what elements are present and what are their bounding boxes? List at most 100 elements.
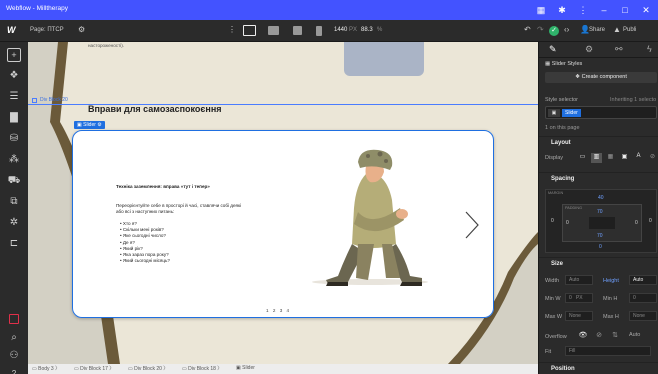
desktop-breakpoint-icon[interactable] — [243, 25, 256, 36]
more-icon[interactable]: ⋮ — [228, 25, 236, 34]
redo-icon[interactable]: ↷ — [537, 25, 544, 34]
canvas-width: 1440 — [334, 27, 348, 33]
selector-tag[interactable]: Slider — [562, 109, 581, 117]
settings-icon[interactable]: ⚙ — [78, 25, 85, 34]
content-box — [589, 217, 615, 229]
slider-selection-tag[interactable]: ▣ Slider ⚙ — [74, 121, 105, 129]
padding-bottom-value[interactable]: 70 — [597, 233, 603, 239]
crumb-div-block-18[interactable]: ▭ Div Block 18 〉 — [182, 365, 222, 372]
display-grid-icon[interactable]: ▦ — [605, 153, 616, 163]
height-label: Height — [603, 278, 619, 284]
overflow-hidden-icon[interactable]: ⊘ — [593, 331, 605, 341]
landscape-breakpoint-icon[interactable] — [293, 26, 302, 35]
crumb-div-block-17[interactable]: ▭ Div Block 17 〉 — [74, 365, 114, 372]
search-icon[interactable]: ⌕ — [7, 331, 21, 345]
layout-section-header[interactable]: Layout — [539, 136, 658, 148]
height-input[interactable]: Auto — [629, 275, 657, 285]
inheriting-label[interactable]: Inheriting 1 selecto — [610, 97, 656, 103]
help-icon[interactable]: ? — [7, 367, 21, 374]
collaborators-icon[interactable]: ⚇ — [7, 349, 21, 363]
max-height-label: Max H — [603, 314, 619, 320]
overflow-auto[interactable]: Auto — [629, 332, 640, 338]
slider-nav-dots[interactable]: 1 2 3 4 — [266, 308, 289, 313]
tablet-breakpoint-icon[interactable] — [268, 26, 279, 35]
max-height-input[interactable]: None — [629, 311, 657, 321]
share-button[interactable]: Share — [589, 27, 605, 33]
spacing-section-header[interactable]: Spacing — [539, 172, 658, 184]
margin-top-value[interactable]: 40 — [598, 195, 604, 201]
pin-icon[interactable]: ✱ — [556, 4, 568, 16]
width-input[interactable]: Auto — [565, 275, 593, 285]
ecommerce-icon[interactable]: ⛟ — [7, 174, 21, 188]
pages-icon[interactable]: ▇ — [7, 111, 21, 125]
slide-dot-3[interactable]: 3 — [280, 308, 283, 313]
settings-tab-gear-icon[interactable]: ⚙ — [585, 44, 593, 55]
extensions-icon[interactable]: ▦ — [535, 4, 547, 16]
interactions-tab-icon[interactable]: ⚯ — [615, 44, 623, 55]
margin-bottom-value[interactable]: 0 — [599, 244, 602, 250]
display-inline-icon[interactable]: A — [633, 153, 644, 163]
section-heading[interactable]: Вправи для самозаспокоєння — [88, 104, 222, 114]
code-icon[interactable]: ‹› — [564, 25, 569, 34]
animations-tab-icon[interactable]: ϟ — [647, 44, 652, 54]
style-tab-brush-icon[interactable]: ✎ — [549, 44, 557, 55]
padding-right-value[interactable]: 0 — [635, 220, 638, 226]
min-height-input[interactable]: 0 — [629, 293, 657, 303]
display-flex-icon[interactable]: ▥ — [591, 153, 602, 163]
max-width-label: Max W — [545, 314, 563, 320]
overflow-options: 👁 ⊘ ⇅ Auto — [577, 331, 657, 341]
panel-tabs: ✎ ⚙ ⚯ ϟ — [539, 42, 658, 58]
create-component-button[interactable]: ❖ Create component — [545, 72, 657, 83]
page-selector[interactable]: Page: ПТСР — [30, 27, 64, 33]
mobile-breakpoint-icon[interactable] — [316, 26, 322, 36]
width-label: Width — [545, 278, 560, 284]
slide-dot-1[interactable]: 1 — [266, 308, 269, 313]
selector-input[interactable]: ▣ Slider — [545, 106, 657, 119]
slide-dot-4[interactable]: 4 — [287, 308, 290, 313]
div-block-label[interactable]: Div Block 20 — [40, 97, 68, 103]
fit-select[interactable]: Fill — [565, 346, 651, 356]
padding-left-value[interactable]: 0 — [566, 220, 569, 226]
close-icon[interactable]: ✕ — [640, 4, 652, 16]
audit-icon[interactable] — [9, 314, 19, 324]
size-section-header[interactable]: Size — [539, 257, 658, 269]
components-icon[interactable]: ❖ — [7, 69, 21, 83]
overflow-scroll-icon[interactable]: ⇅ — [609, 331, 621, 341]
slide-dot-2[interactable]: 2 — [273, 308, 276, 313]
logic-icon[interactable]: ⊏ — [7, 237, 21, 251]
spacing-box-padding: PADDING 70 0 0 70 — [562, 204, 642, 242]
design-canvas[interactable]: настороженості). Div Block 20 Вправи для… — [28, 42, 538, 364]
menu-dots-icon[interactable]: ⋮ — [577, 4, 589, 16]
cms-icon[interactable]: ⛁ — [7, 132, 21, 146]
soldier-illustration — [312, 149, 428, 286]
style-panel: ✎ ⚙ ⚯ ϟ ▦ Slider Styles ❖ Create compone… — [538, 42, 658, 374]
minimize-icon[interactable]: – — [598, 4, 610, 16]
left-toolbar: + ❖ ☰ ▇ ⛁ ⁂ ⛟ ⧉ ✲ ⊏ ⌕ ⚇ ? — [0, 42, 28, 374]
webflow-logo-icon[interactable]: W — [7, 25, 16, 35]
crumb-slider[interactable]: ▣ Slider — [236, 365, 255, 371]
slider-tag-settings-icon[interactable]: ⚙ — [96, 122, 102, 128]
max-width-input[interactable]: None — [565, 311, 593, 321]
slider[interactable]: Техніка заземлення: вправа «тут і тепер»… — [72, 130, 494, 318]
position-section-header[interactable]: Position — [539, 362, 658, 374]
overflow-visible-icon[interactable]: 👁 — [577, 331, 589, 341]
min-height-label: Min H — [603, 296, 618, 302]
min-width-input[interactable]: 0 PX — [565, 293, 593, 303]
settings-panel-icon[interactable]: ✲ — [7, 216, 21, 230]
add-panel-icon[interactable]: + — [7, 48, 21, 62]
navigator-icon[interactable]: ☰ — [7, 90, 21, 104]
display-block-icon[interactable]: ▭ — [577, 153, 588, 163]
undo-icon[interactable]: ↶ — [524, 25, 531, 34]
crumb-div-block-20[interactable]: ▭ Div Block 20 〉 — [128, 365, 168, 372]
margin-right-value[interactable]: 0 — [649, 218, 652, 224]
crumb-body[interactable]: ▭ Body 3 〉 — [32, 365, 60, 372]
publish-button[interactable]: Publi — [623, 27, 636, 33]
next-arrow-icon[interactable] — [464, 210, 480, 240]
assets-icon[interactable]: ⧉ — [7, 195, 21, 209]
maximize-icon[interactable]: □ — [619, 4, 631, 16]
users-panel-icon[interactable]: ⁂ — [7, 153, 21, 167]
padding-top-value[interactable]: 70 — [597, 209, 603, 215]
margin-left-value[interactable]: 0 — [551, 218, 554, 224]
display-none-icon[interactable]: ⊘ — [647, 153, 658, 163]
display-inline-block-icon[interactable]: ▣ — [619, 153, 630, 163]
